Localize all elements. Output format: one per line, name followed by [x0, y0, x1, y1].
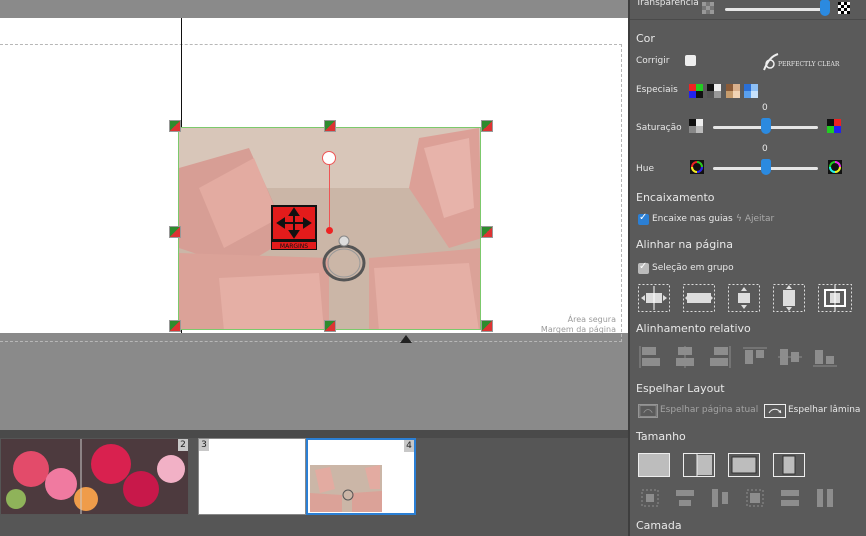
thumbnail-page-4[interactable]: 4 — [306, 438, 416, 515]
saturation-low-icon — [689, 119, 703, 133]
saturation-label: Saturação — [636, 123, 682, 133]
align-page-section-title: Alinhar na página — [636, 238, 734, 251]
saturation-high-icon — [827, 119, 841, 133]
fit-section-title: Encaixamento — [636, 191, 715, 204]
hue-low-icon — [690, 160, 704, 174]
special-preset-blue[interactable] — [744, 84, 758, 98]
safe-area-labels: Área segura Margem da página — [541, 315, 616, 335]
relative-align-right-icon[interactable] — [708, 346, 732, 368]
size-fit-width-icon[interactable] — [683, 453, 715, 477]
size-equal-both-icon[interactable] — [638, 486, 662, 510]
hue-label: Hue — [636, 164, 655, 174]
mirror-current-page-label: Espelhar página atual — [660, 405, 759, 415]
align-center-horizontal-icon[interactable] — [638, 284, 670, 312]
thumbnail-photo-image — [310, 465, 382, 512]
transparency-low-icon — [702, 2, 714, 14]
resize-handle-bottom-left[interactable] — [169, 320, 181, 332]
thumbnail-number: 3 — [199, 439, 209, 451]
snap-guides-label[interactable]: Encaixe nas guias — [652, 214, 733, 224]
relative-align-top-icon[interactable] — [743, 346, 767, 368]
transparency-slider-thumb[interactable] — [820, 0, 830, 16]
size-fit-page-icon[interactable] — [728, 453, 760, 477]
move-arrows-icon — [276, 207, 312, 239]
relative-align-left-icon[interactable] — [638, 346, 662, 368]
size-fit-height-icon[interactable] — [773, 453, 805, 477]
relative-align-section-title: Alinhamento relativo — [636, 322, 751, 335]
special-label: Especiais — [636, 85, 678, 95]
mirror-spread-icon — [764, 404, 786, 418]
relative-align-bottom-icon[interactable] — [813, 346, 837, 368]
mirror-section-title: Espelhar Layout — [636, 382, 725, 395]
mirror-current-page-button[interactable]: Espelhar página atual — [638, 404, 758, 418]
safe-area-label: Área segura — [567, 315, 616, 324]
rotation-line — [329, 164, 330, 230]
page-thumbnails-strip[interactable]: 2 3 4 — [0, 438, 628, 536]
align-fill-width-icon[interactable] — [683, 284, 715, 312]
layer-section-title: Camada — [636, 519, 682, 532]
correct-checkbox[interactable] — [685, 55, 696, 66]
size-section-title: Tamanho — [636, 430, 686, 443]
resize-handle-top-left[interactable] — [169, 120, 181, 132]
filmstrip-separator — [0, 430, 628, 438]
relative-align-center-icon[interactable] — [673, 346, 697, 368]
special-preset-bw[interactable] — [707, 84, 721, 98]
move-handle-button[interactable] — [271, 205, 317, 241]
size-equal-height-icon[interactable] — [708, 486, 732, 510]
size-match-both-icon[interactable] — [743, 486, 767, 510]
saturation-value: 0 — [762, 103, 768, 113]
canvas-area[interactable]: Área segura Margem da página MARGINS — [0, 0, 628, 432]
hue-value: 0 — [762, 144, 768, 154]
mirror-spread-button[interactable]: Espelhar lâmina — [764, 404, 866, 418]
properties-panel: Transparência Cor Corrigir PERFECTLY CLE… — [628, 0, 866, 536]
resize-handle-top-right[interactable] — [481, 120, 493, 132]
resize-handle-top[interactable] — [324, 120, 336, 132]
align-center-vertical-icon[interactable] — [728, 284, 760, 312]
lightning-icon: ϟ — [736, 214, 742, 224]
special-preset-rgb[interactable] — [689, 84, 703, 98]
resize-handle-bottom[interactable] — [324, 320, 336, 332]
size-equal-width-icon[interactable] — [673, 486, 697, 510]
transparency-high-icon — [838, 2, 850, 14]
special-preset-sepia[interactable] — [726, 84, 740, 98]
mirror-page-icon — [638, 404, 658, 418]
correct-label: Corrigir — [636, 56, 670, 66]
group-selection-checkbox[interactable] — [638, 261, 649, 274]
size-match-width-icon[interactable] — [778, 486, 802, 510]
page-edge-marker-icon[interactable] — [400, 335, 412, 343]
transparency-label: Transparência — [636, 0, 699, 8]
perfectly-clear-label[interactable]: PERFECTLY CLEAR — [778, 61, 839, 68]
thumbnail-number: 2 — [178, 439, 188, 451]
snap-guides-checkbox[interactable] — [638, 212, 649, 225]
resize-handle-right[interactable] — [481, 226, 493, 238]
thumbnail-page-2[interactable]: 2 — [0, 438, 189, 515]
align-fill-page-icon[interactable] — [818, 284, 852, 312]
saturation-slider-thumb[interactable] — [760, 118, 771, 134]
hue-slider-thumb[interactable] — [760, 159, 771, 175]
mirror-spread-label: Espelhar lâmina — [788, 405, 861, 415]
adjust-label: Ajeitar — [744, 214, 775, 224]
thumbnail-page-3[interactable]: 3 — [198, 438, 306, 515]
canvas-top-strip — [0, 0, 628, 18]
thumbnail-flowers-image — [1, 439, 188, 514]
move-handle-label: MARGINS — [271, 241, 317, 250]
panel-divider — [630, 19, 866, 20]
group-selection-label[interactable]: Seleção em grupo — [652, 263, 734, 273]
thumbnail-number: 4 — [404, 440, 414, 452]
size-fill-icon[interactable] — [638, 453, 670, 477]
page-margin-label: Margem da página — [540, 325, 616, 334]
rotation-center-dot[interactable] — [326, 227, 333, 234]
align-fill-height-icon[interactable] — [773, 284, 805, 312]
resize-handle-bottom-right[interactable] — [481, 320, 493, 332]
transparency-slider[interactable] — [725, 8, 825, 11]
size-match-height-icon[interactable] — [813, 486, 837, 510]
relative-align-middle-icon[interactable] — [778, 346, 802, 368]
color-section-title: Cor — [636, 32, 655, 45]
resize-handle-left[interactable] — [169, 226, 181, 238]
hue-high-icon — [828, 160, 842, 174]
rotation-handle[interactable] — [322, 151, 336, 165]
adjust-button[interactable]: ϟ Ajeitar — [736, 214, 774, 224]
